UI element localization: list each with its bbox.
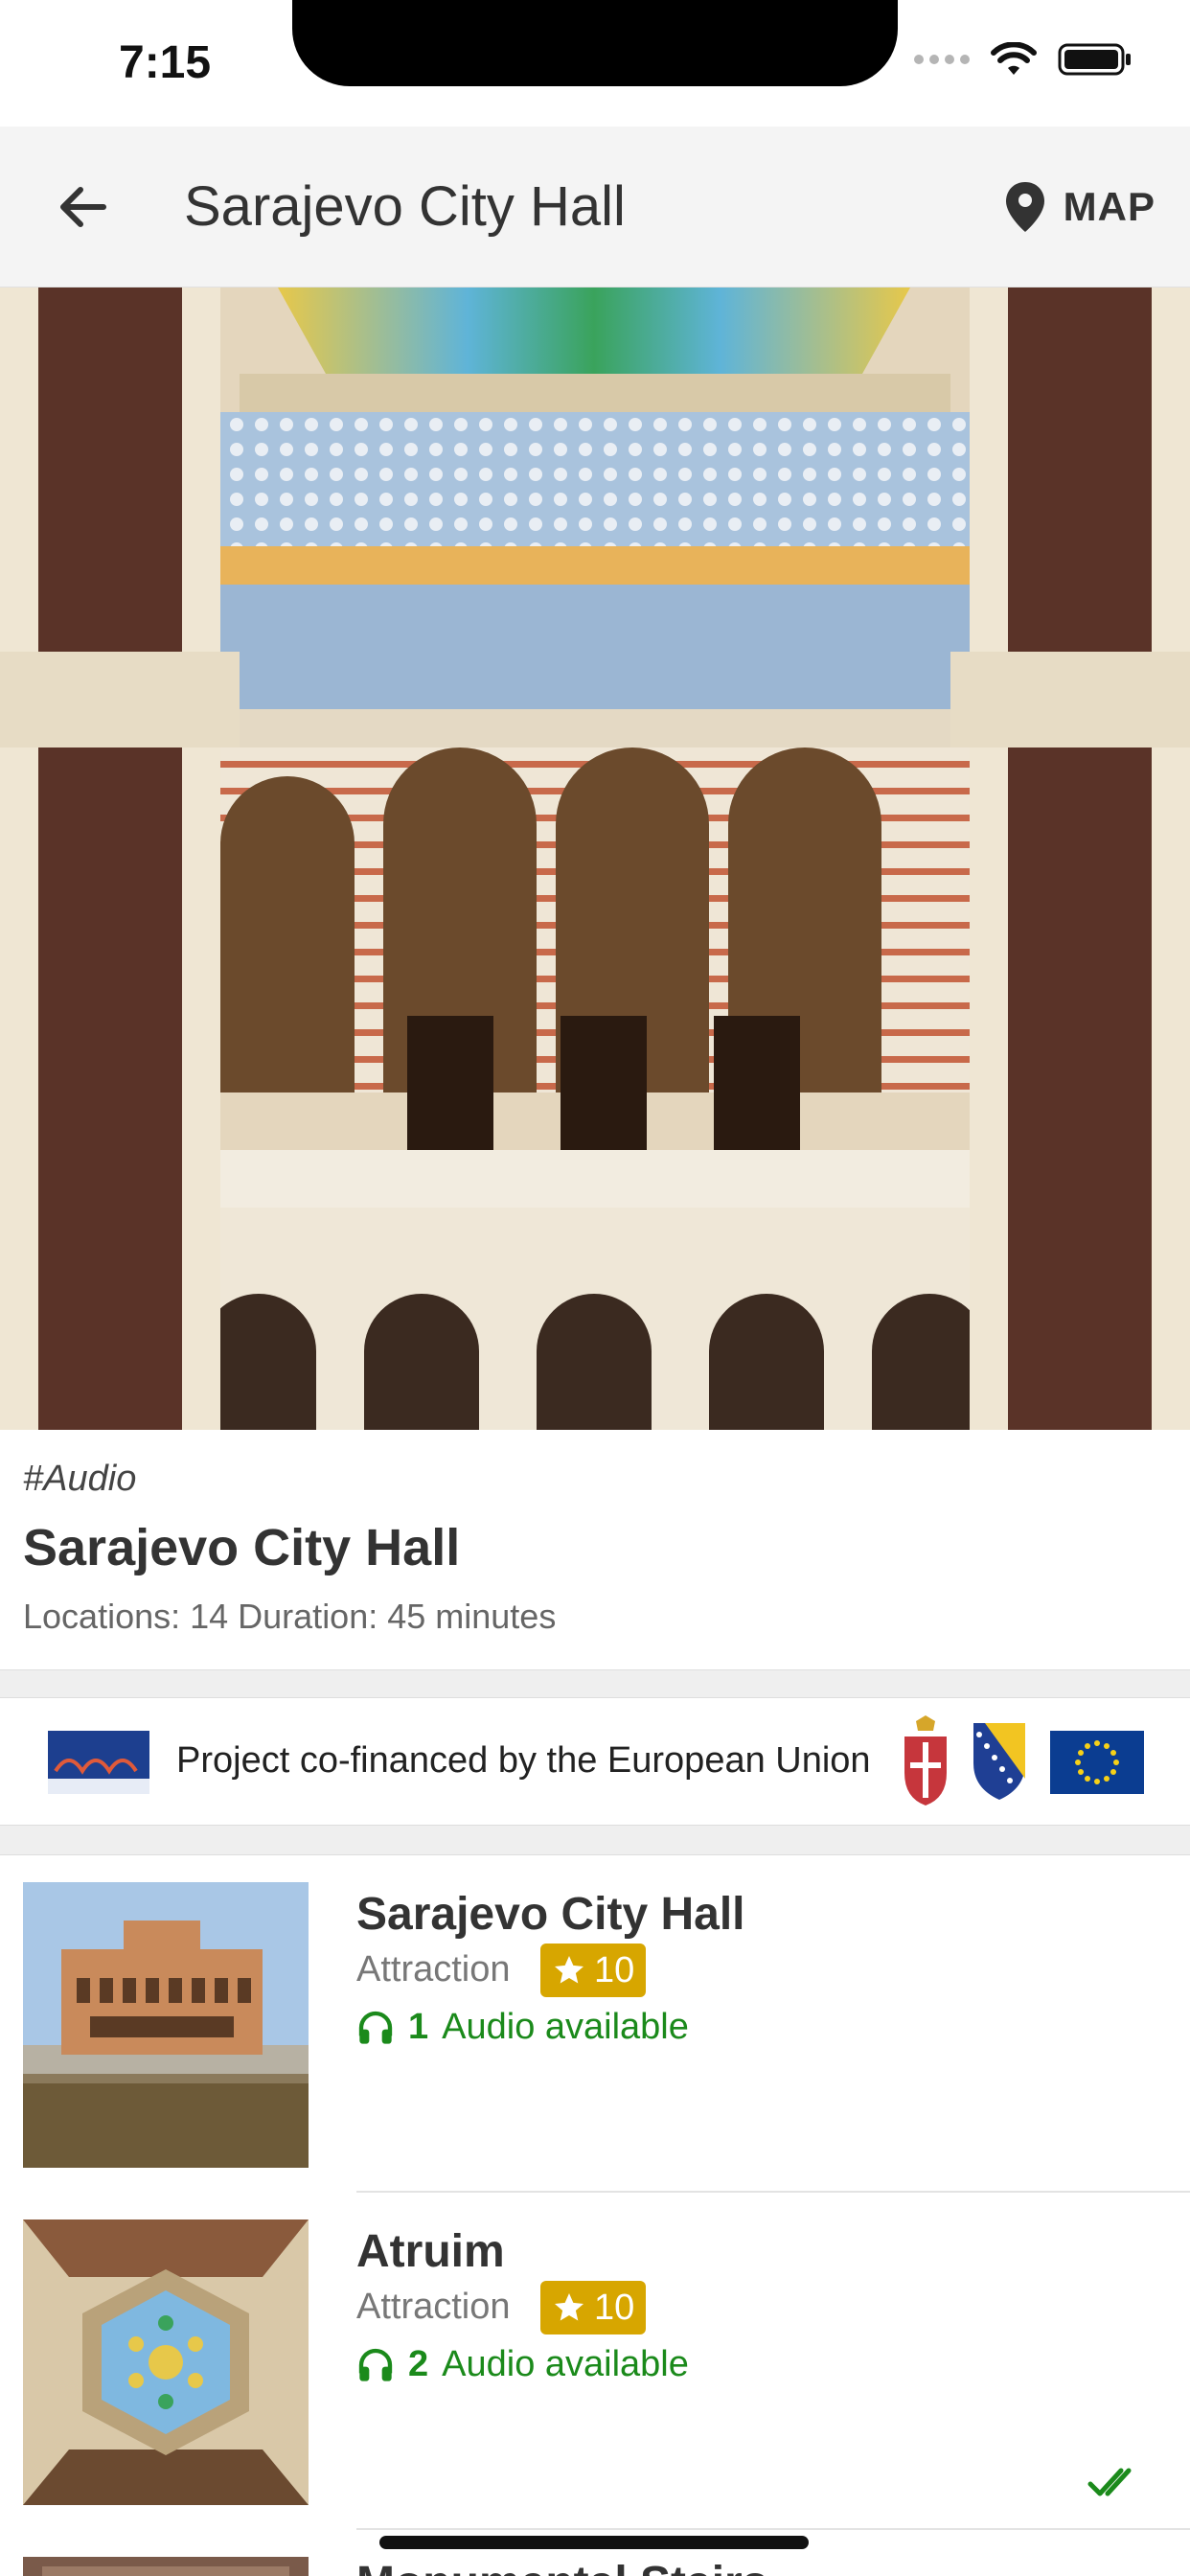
funding-text: Project co-financed by the European Unio… — [176, 1740, 871, 1781]
location-category: Attraction — [356, 2287, 511, 2327]
headphones-icon — [358, 2011, 393, 2044]
tour-title: Sarajevo City Hall — [23, 1519, 461, 1576]
eu-flag-icon — [1050, 1731, 1144, 1794]
tour-meta: Locations: 14 Duration: 45 minutes — [23, 1597, 557, 1636]
status-icons — [914, 42, 1133, 77]
location-title: Monumental Stairs — [356, 2557, 767, 2576]
location-thumbnail — [23, 2557, 309, 2576]
location-thumbnail — [23, 1882, 309, 2168]
map-button-label: MAP — [1063, 184, 1156, 229]
battery-icon — [1058, 43, 1131, 76]
rating-badge: 10 — [540, 2281, 647, 2334]
home-indicator[interactable] — [379, 2536, 809, 2549]
map-pin-icon — [1005, 182, 1044, 232]
location-title: Sarajevo City Hall — [356, 1889, 745, 1940]
page-title: Sarajevo City Hall — [184, 175, 626, 238]
audio-label: Audio available — [442, 2007, 689, 2047]
back-button[interactable] — [46, 171, 119, 243]
audio-availability: 1 Audio available — [356, 2007, 689, 2048]
double-check-icon — [1087, 2468, 1132, 2496]
location-category: Attraction — [356, 1949, 511, 1990]
rating-value: 10 — [594, 1949, 635, 1990]
wifi-icon — [991, 42, 1037, 75]
location-thumbnail — [23, 2220, 309, 2505]
hero-image — [0, 288, 1190, 1430]
bosnia-coat-of-arms-icon — [973, 1723, 1025, 1800]
app-toolbar: Sarajevo City Hall MAP — [0, 126, 1190, 288]
serbia-coat-of-arms-icon — [904, 1715, 947, 1806]
rating-value: 10 — [594, 2287, 635, 2328]
interreg-logo — [48, 1731, 149, 1794]
status-time: 7:15 — [119, 37, 212, 88]
star-icon — [555, 2293, 584, 2321]
audio-label: Audio available — [442, 2344, 689, 2384]
audio-count: 1 — [408, 2007, 429, 2047]
tour-info: #Audio Sarajevo City Hall Locations: 14 … — [0, 1430, 1190, 1669]
audio-count: 2 — [408, 2344, 429, 2384]
funding-banner: Project co-financed by the European Unio… — [0, 1698, 1190, 1825]
rating-badge: 10 — [540, 1944, 647, 1997]
signal-dots-icon — [914, 55, 970, 64]
tour-tag[interactable]: #Audio — [23, 1459, 136, 1500]
section-divider — [0, 1669, 1190, 1698]
list-item[interactable]: Atruim Attraction 10 2 Audio available — [0, 2193, 1190, 2530]
device-notch — [292, 0, 898, 86]
location-title: Atruim — [356, 2226, 505, 2277]
audio-availability: 2 Audio available — [356, 2344, 689, 2385]
section-divider — [0, 1825, 1190, 1855]
list-item[interactable]: Sarajevo City Hall Attraction 10 1 Audio… — [0, 1855, 1190, 2193]
headphones-icon — [358, 2348, 393, 2381]
arrow-left-icon — [60, 187, 106, 227]
star-icon — [555, 1956, 584, 1984]
map-button[interactable]: MAP — [1004, 171, 1156, 243]
status-bar: 7:15 — [0, 0, 1190, 126]
